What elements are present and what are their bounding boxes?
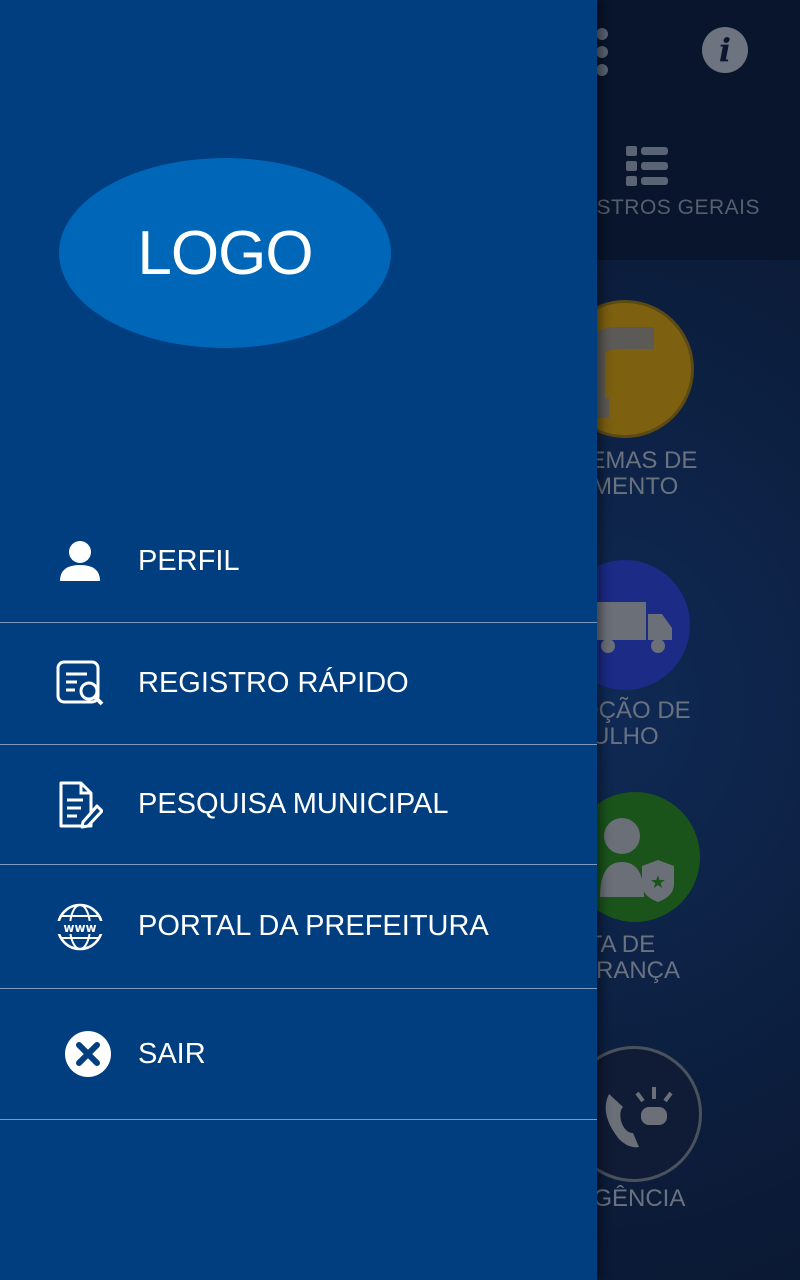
checklist-icon bbox=[626, 146, 668, 186]
menu-item-sair[interactable]: SAIR bbox=[0, 989, 597, 1120]
globe-www-icon: www bbox=[54, 901, 106, 953]
menu-item-registro-rapido[interactable]: REGISTRO RÁPIDO bbox=[0, 623, 597, 745]
person-icon bbox=[54, 535, 106, 587]
overflow-menu-icon[interactable] bbox=[596, 28, 610, 82]
info-icon[interactable]: i bbox=[702, 27, 748, 73]
menu-item-pesquisa-municipal[interactable]: PESQUISA MUNICIPAL bbox=[0, 745, 597, 865]
svg-text:★: ★ bbox=[650, 872, 666, 892]
navigation-drawer: LOGO PERFIL REGISTRO RÁPIDO PESQUISA MUN… bbox=[0, 0, 597, 1280]
menu-item-label: SAIR bbox=[138, 1037, 206, 1070]
menu-item-portal-prefeitura[interactable]: www PORTAL DA PREFEITURA bbox=[0, 865, 597, 989]
menu-item-perfil[interactable]: PERFIL bbox=[0, 500, 597, 623]
app-logo: LOGO bbox=[59, 158, 391, 348]
menu-item-label: PORTAL DA PREFEITURA bbox=[138, 910, 489, 942]
menu-item-label: PERFIL bbox=[138, 544, 240, 577]
document-edit-icon bbox=[54, 779, 106, 831]
close-circle-icon bbox=[62, 1028, 114, 1080]
menu-item-label: REGISTRO RÁPIDO bbox=[138, 667, 409, 699]
logo-text: LOGO bbox=[137, 218, 313, 288]
svg-text:www: www bbox=[63, 921, 96, 935]
menu-item-label: PESQUISA MUNICIPAL bbox=[138, 788, 449, 820]
document-search-icon bbox=[54, 658, 106, 710]
